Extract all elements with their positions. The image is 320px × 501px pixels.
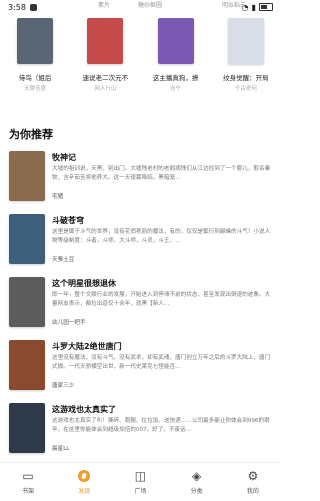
list-item[interactable]: 这个明星很想退休 即一年，整个文娱行业的发展，开始进入到停滞不前的状态，甚至发现… [9,277,273,337]
top-book-title: 速说老二次元不 [82,74,129,82]
bookshelf-icon: ▭ [22,469,34,483]
book-desc: 即一年，整个文娱行业的发展，开始进入到停滞不前的状态，甚至发现出倒退的迹象。大量… [52,292,271,307]
bottom-tab-bar: ▭ 书架 发现 ◫ 广场 ◈ 分类 ⚙ 我的 [0,462,281,501]
book-desc: 这游戏也太真实了叭！撕碎、跑腿、拉垃圾、送快递……公司最多能让你体会到996的艰… [52,418,270,433]
top-book-title: 这主播真狗，撩 [152,74,199,82]
tab-label: 书架 [22,488,35,495]
tab-label: 我的 [246,488,259,495]
tab-mine[interactable]: ⚙ 我的 [233,463,273,495]
tab-square[interactable]: ◫ 广场 [120,463,160,495]
gear-icon: ⚙ [247,469,259,483]
top-book-author: 吉午 [170,86,182,92]
top-book-author: 网人行山 [94,86,117,92]
tab-label: 分类 [190,488,203,495]
book-cover [17,18,54,64]
book-title: 这个明星很想退休 [52,279,116,288]
book-cover [9,214,45,264]
book-author: 天蚕土豆 [52,257,75,263]
top-book-card[interactable]: 纹身觉醒：开局 千古奇何 [220,10,272,105]
tab-discover[interactable]: 发现 [64,463,104,495]
square-icon: ◫ [134,469,147,483]
book-title: 斗破苍穹 [52,216,84,225]
book-desc: 这里没有魔法，没有斗气，没有武术，却有武魂。唐门创立万年之后的斗罗大陆上，唐门式… [52,355,271,370]
section-title: 为你推荐 [9,128,53,141]
book-title: 牧神记 [52,153,76,162]
layers-icon: ◈ [192,469,202,483]
book-desc: 大墟的祖训说，天黑，别出门。大墟残老村的老弱病残们从江边捡到了一个婴儿，取名秦牧… [52,166,271,181]
compass-icon [77,469,91,483]
list-item[interactable]: 这游戏也太真实了 这游戏也太真实了叭！撕碎、跑腿、拉垃圾、送快递……公司最多能让… [9,403,273,463]
top-book-title: 纹身觉醒：开局 [223,74,269,82]
overlay-caption-3: 明似稻云 [222,2,247,9]
book-cover [9,403,45,453]
tab-label: 发现 [78,488,91,495]
book-author: 唐家三少 [52,383,75,389]
book-title: 这游戏也太真实了 [52,405,116,414]
book-author: 幼儿园一把手 [52,320,86,326]
list-item[interactable]: 斗罗大陆2绝世唐门 这里没有魔法，没有斗气，没有武术，却有武魂。唐门创立万年之后… [9,340,273,400]
book-cover [87,18,124,64]
top-book-card[interactable]: 速说老二次元不 网人行山 [79,10,131,105]
top-book-card[interactable]: 侍鸟（姐后 无聊苦度 [9,10,61,105]
list-item[interactable]: 牧神记 大墟的祖训说，天黑，别出门。大墟残老村的老弱病残们从江边捡到了一个婴儿，… [9,151,273,211]
tab-bookshelf[interactable]: ▭ 书架 [8,463,48,495]
book-cover [9,277,45,327]
book-desc: 这里是属于斗气的世界，没有花俏艳丽的魔法，有的，仅仅是繁衍到巅峰的斗气！小说人物… [52,229,271,244]
overlay-caption-2: 糖纱框圆 [138,2,163,9]
book-author: 晨星LL [52,446,70,452]
list-item[interactable]: 斗破苍穹 这里是属于斗气的世界，没有花俏艳丽的魔法，有的，仅仅是繁衍到巅峰的斗气… [9,214,273,274]
book-author: 宅猪 [52,194,64,200]
book-title: 斗罗大陆2绝世唐门 [52,342,122,351]
book-cover [9,340,45,390]
tab-category[interactable]: ◈ 分类 [177,463,217,495]
top-book-card[interactable]: 这主播真狗，撩 吉午 [150,10,202,105]
top-books-row: 侍鸟（姐后 无聊苦度 速说老二次元不 网人行山 这主播真狗，撩 吉午 纹身觉醒：… [0,10,281,105]
overlay-caption-1: 素片 [98,2,111,9]
top-book-author: 千古奇何 [234,86,257,92]
book-cover [227,18,264,64]
tab-label: 广场 [134,488,147,495]
top-book-title: 侍鸟（姐后 [18,74,52,82]
book-cover [157,18,194,64]
book-cover [9,151,45,201]
top-book-author: 无聊苦度 [24,86,47,92]
